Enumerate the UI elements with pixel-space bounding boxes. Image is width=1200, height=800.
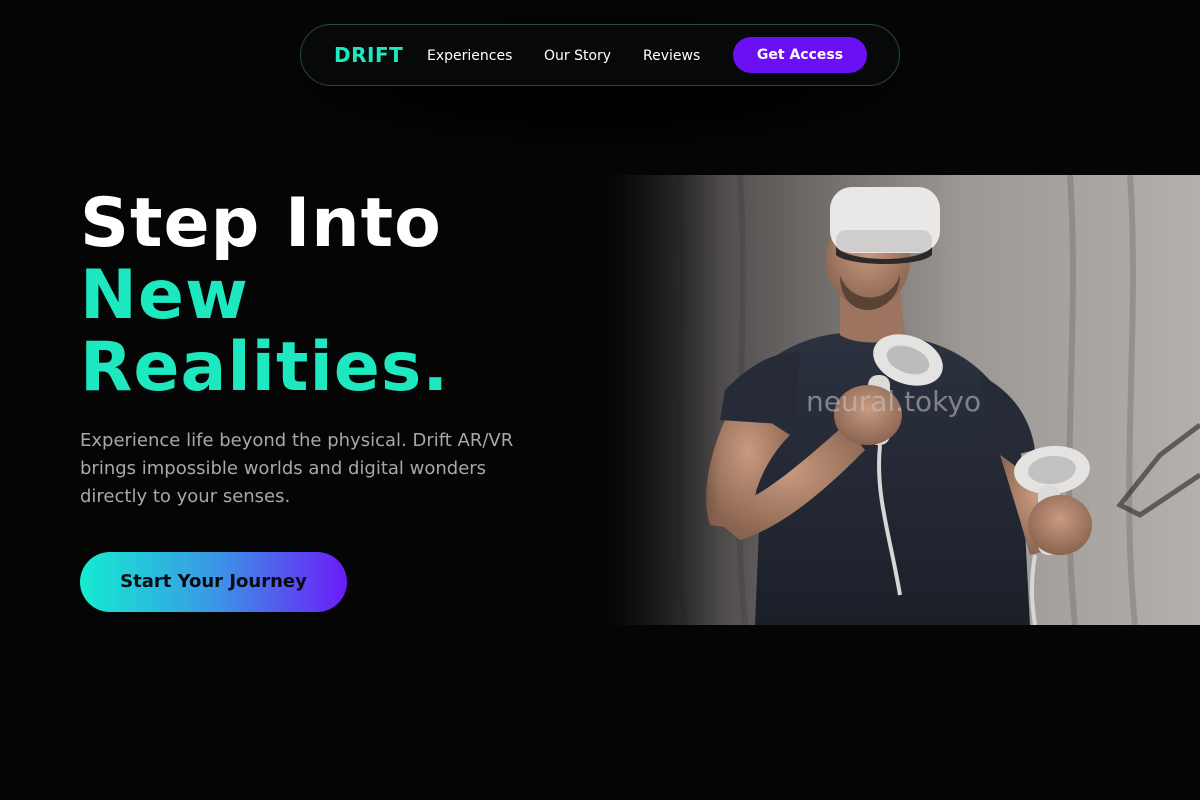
nav-link-experiences[interactable]: Experiences [427,46,512,66]
get-access-button[interactable]: Get Access [733,37,867,73]
hero-image-vr-user: neural.tokyo [600,175,1200,625]
hero-title-accent-line: Realities. [80,328,450,407]
hero-title-accent-line: New [80,256,249,335]
image-fade-overlay [600,175,720,625]
start-journey-button[interactable]: Start Your Journey [80,552,347,612]
hero-description: Experience life beyond the physical. Dri… [80,430,514,507]
image-watermark: neural.tokyo [806,385,982,418]
hero-title: Step Into New Realities. [80,188,449,404]
nav-link-reviews[interactable]: Reviews [643,46,700,66]
nav-link-our-story[interactable]: Our Story [544,46,611,66]
hero-title-line: Step Into [80,184,442,263]
top-navigation: DRIFT Experiences Our Story Reviews Get … [300,24,900,86]
brand-logo[interactable]: DRIFT [334,43,403,67]
